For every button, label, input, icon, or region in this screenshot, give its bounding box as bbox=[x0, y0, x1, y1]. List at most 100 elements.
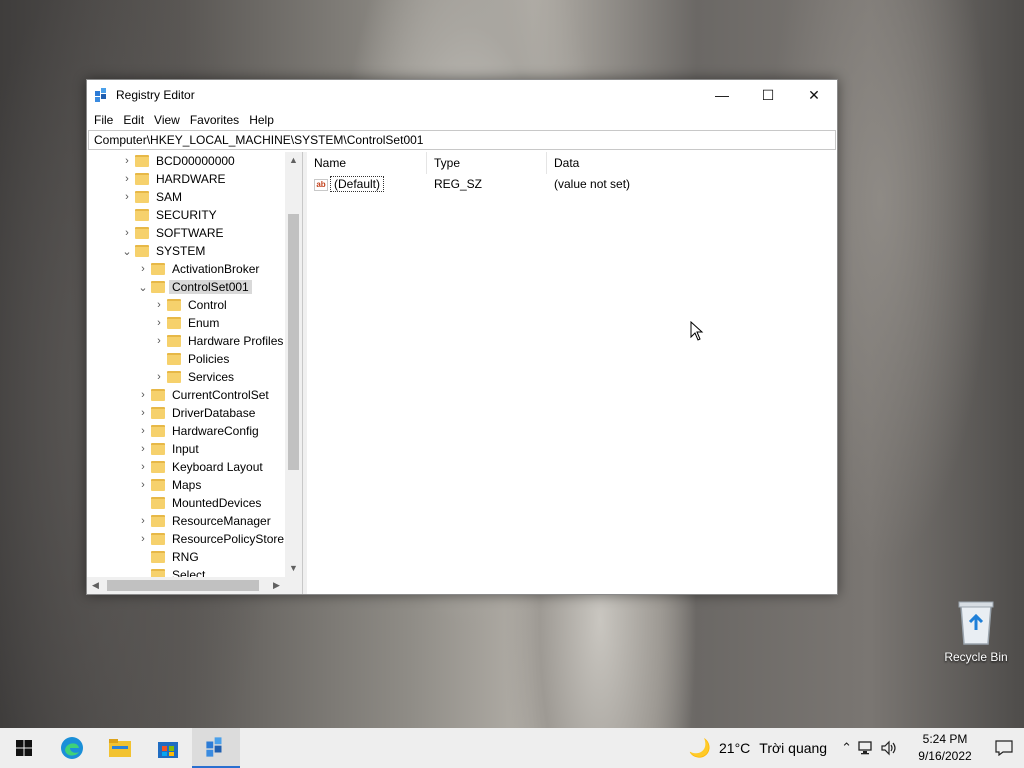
column-data-header[interactable]: Data bbox=[547, 152, 834, 174]
tree-item-label: Enum bbox=[188, 316, 220, 330]
maximize-button[interactable]: ☐ bbox=[745, 80, 791, 110]
tree-item[interactable]: SECURITY bbox=[119, 206, 220, 224]
tree-expander-icon[interactable]: ⌄ bbox=[119, 245, 135, 258]
value-data: (value not set) bbox=[554, 177, 631, 191]
tree-expander-icon[interactable]: ⌄ bbox=[135, 281, 151, 294]
tree-item-label: BCD00000000 bbox=[156, 154, 235, 168]
title-bar[interactable]: Registry Editor — ☐ ✕ bbox=[87, 80, 837, 110]
tree-item[interactable]: › ResourcePolicyStore bbox=[135, 530, 285, 548]
tree-expander-icon[interactable]: › bbox=[151, 335, 167, 347]
tree-item[interactable]: ⌄ SYSTEM bbox=[119, 242, 208, 260]
network-icon[interactable] bbox=[858, 740, 876, 756]
tree-item[interactable]: › ActivationBroker bbox=[135, 260, 262, 278]
folder-icon bbox=[167, 371, 181, 383]
tree-item-label: RNG bbox=[172, 550, 199, 564]
address-bar[interactable]: Computer\HKEY_LOCAL_MACHINE\SYSTEM\Contr… bbox=[88, 130, 836, 150]
tree-item[interactable]: › Enum bbox=[151, 314, 222, 332]
tree-item[interactable]: › Control bbox=[151, 296, 230, 314]
tree-item[interactable]: › Maps bbox=[135, 476, 204, 494]
tree-expander-icon[interactable]: › bbox=[119, 191, 135, 203]
tree-item-label: Services bbox=[188, 370, 235, 384]
menu-view[interactable]: View bbox=[149, 113, 185, 127]
tree-item[interactable]: › DriverDatabase bbox=[135, 404, 258, 422]
column-type-header[interactable]: Type bbox=[427, 152, 547, 174]
menu-file[interactable]: File bbox=[89, 113, 118, 127]
menu-help[interactable]: Help bbox=[244, 113, 279, 127]
tree-item[interactable]: ⌄ ControlSet001 bbox=[135, 278, 252, 296]
show-hidden-icons-chevron-up-icon[interactable]: ⌃ bbox=[841, 740, 852, 756]
tree-item[interactable]: › CurrentControlSet bbox=[135, 386, 272, 404]
clock-date: 9/16/2022 bbox=[918, 749, 972, 763]
tree-item[interactable]: Select bbox=[135, 566, 208, 577]
tree-item[interactable]: › ResourceManager bbox=[135, 512, 274, 530]
notification-center-button[interactable] bbox=[984, 740, 1024, 756]
tree-horizontal-scroll-thumb[interactable] bbox=[107, 580, 259, 591]
tree-item[interactable]: › Hardware Profiles bbox=[151, 332, 285, 350]
tree-expander-icon[interactable]: › bbox=[135, 515, 151, 527]
tree-item[interactable]: MountedDevices bbox=[135, 494, 264, 512]
tree-expander-icon[interactable]: › bbox=[135, 425, 151, 437]
tree-item[interactable]: RNG bbox=[135, 548, 202, 566]
tree-expander-icon[interactable]: › bbox=[135, 533, 151, 545]
tree-expander-icon[interactable]: › bbox=[135, 479, 151, 491]
clock[interactable]: 5:24 PM 9/16/2022 bbox=[906, 731, 984, 765]
menu-edit[interactable]: Edit bbox=[118, 113, 149, 127]
weather-condition: Trời quang bbox=[759, 740, 828, 756]
registry-editor-icon bbox=[95, 88, 106, 102]
recycle-bin-shortcut[interactable]: Recycle Bin bbox=[940, 600, 1012, 664]
taskbar: 🌙 21°C Trời quang ⌃ 5:24 PM 9/16/2022 bbox=[0, 728, 1024, 768]
key-tree-pane[interactable]: › BCD00000000 › HARDWARE › SAM SECURITY › SOFTWA… bbox=[87, 152, 303, 594]
folder-icon bbox=[151, 407, 165, 419]
taskbar-file-explorer-button[interactable] bbox=[96, 728, 144, 768]
tree-item[interactable]: › BCD00000000 bbox=[119, 152, 238, 170]
folder-icon bbox=[151, 479, 165, 491]
tree-vertical-scrollbar[interactable]: ▲ ▼ bbox=[285, 152, 302, 577]
tree-item-label: MountedDevices bbox=[172, 496, 262, 510]
tree-item[interactable]: › HardwareConfig bbox=[135, 422, 262, 440]
menu-favorites[interactable]: Favorites bbox=[185, 113, 244, 127]
tree-expander-icon[interactable]: › bbox=[151, 317, 167, 329]
minimize-button[interactable]: — bbox=[699, 80, 745, 110]
tree-item[interactable]: › HARDWARE bbox=[119, 170, 229, 188]
tree-item[interactable]: › Keyboard Layout bbox=[135, 458, 266, 476]
tree-item[interactable]: › Input bbox=[135, 440, 202, 458]
start-button[interactable] bbox=[0, 728, 48, 768]
tree-expander-icon[interactable]: › bbox=[135, 461, 151, 473]
list-header: Name Type Data bbox=[307, 152, 837, 174]
tree-item[interactable]: › SAM bbox=[119, 188, 185, 206]
tree-expander-icon[interactable]: › bbox=[119, 173, 135, 185]
tree-expander-icon[interactable]: › bbox=[135, 443, 151, 455]
menu-bar: File Edit View Favorites Help bbox=[87, 110, 837, 130]
list-item[interactable]: ab (Default) REG_SZ (value not set) bbox=[307, 174, 837, 194]
moon-icon: 🌙 bbox=[688, 737, 711, 758]
recycle-bin-label: Recycle Bin bbox=[944, 650, 1008, 664]
tree-expander-icon[interactable]: › bbox=[119, 227, 135, 239]
weather-widget[interactable]: 🌙 21°C Trời quang bbox=[689, 738, 828, 759]
tree-expander-icon[interactable]: › bbox=[135, 407, 151, 419]
window-title: Registry Editor bbox=[116, 88, 195, 102]
tree-expander-icon[interactable]: › bbox=[135, 263, 151, 275]
tree-vertical-scroll-thumb[interactable] bbox=[288, 214, 299, 470]
tree-item[interactable]: › SOFTWARE bbox=[119, 224, 227, 242]
volume-icon[interactable] bbox=[880, 740, 898, 756]
system-tray: 🌙 21°C Trời quang ⌃ 5:24 PM 9/16/2022 bbox=[689, 728, 1024, 768]
scroll-right-icon[interactable]: ▶ bbox=[268, 577, 285, 594]
tree-expander-icon[interactable]: › bbox=[135, 389, 151, 401]
tree-horizontal-scrollbar[interactable]: ◀ ▶ bbox=[87, 577, 285, 594]
taskbar-edge-button[interactable] bbox=[48, 728, 96, 768]
edge-icon bbox=[61, 737, 83, 759]
tree-item[interactable]: Policies bbox=[151, 350, 232, 368]
taskbar-store-button[interactable] bbox=[144, 728, 192, 768]
tree-expander-icon[interactable]: › bbox=[119, 155, 135, 167]
taskbar-registry-editor-button[interactable] bbox=[192, 728, 240, 768]
scroll-left-icon[interactable]: ◀ bbox=[87, 577, 104, 594]
close-button[interactable]: ✕ bbox=[791, 80, 837, 110]
values-list-pane[interactable]: Name Type Data ab (Default) REG_SZ (value… bbox=[303, 152, 837, 594]
tree-expander-icon[interactable]: › bbox=[151, 299, 167, 311]
tree-expander-icon[interactable]: › bbox=[151, 371, 167, 383]
column-name-header[interactable]: Name bbox=[307, 152, 427, 174]
scroll-down-icon[interactable]: ▼ bbox=[285, 560, 302, 577]
folder-icon bbox=[151, 281, 165, 293]
tree-item[interactable]: › Services bbox=[151, 368, 237, 386]
scroll-up-icon[interactable]: ▲ bbox=[285, 152, 302, 169]
